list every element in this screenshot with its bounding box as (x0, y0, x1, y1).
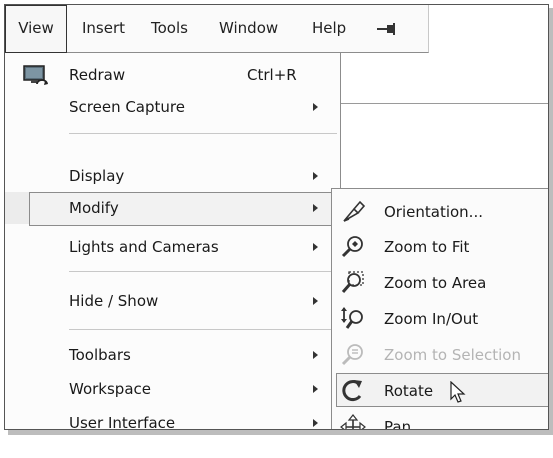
submenu-item-label: Rotate (384, 382, 434, 400)
menu-item-label: Modify (69, 199, 119, 217)
zoom-in-out-icon (340, 306, 366, 332)
submenu-item-label: Orientation... (384, 203, 483, 221)
submenu-item-pan[interactable]: Pan (332, 409, 548, 430)
menu-item-label: User Interface (69, 414, 176, 430)
submenu-item-zoom-in-out[interactable]: Zoom In/Out (332, 301, 548, 337)
menu-tools[interactable]: Tools (151, 5, 188, 52)
submenu-item-label: Zoom to Area (384, 274, 487, 292)
submenu-arrow-icon (313, 419, 318, 427)
menu-item-label: Hide / Show (69, 292, 159, 310)
submenu-item-rotate[interactable]: Rotate (332, 373, 548, 409)
menu-item-label: Toolbars (69, 346, 131, 364)
orientation-icon (340, 199, 366, 225)
submenu-arrow-icon (313, 103, 318, 111)
redraw-icon (23, 65, 51, 93)
menu-item-modify[interactable]: Modify (5, 192, 341, 226)
submenu-item-zoom-to-fit[interactable]: Zoom to Fit (332, 229, 548, 265)
background-divider (338, 103, 548, 104)
menu-separator (69, 329, 337, 330)
menu-item-lights-and-cameras[interactable]: Lights and Cameras (5, 231, 341, 263)
pin-icon[interactable] (375, 5, 399, 52)
submenu-arrow-icon (313, 297, 318, 305)
menu-item-label: Display (69, 167, 125, 185)
menu-item-label: Lights and Cameras (69, 238, 219, 256)
submenu-arrow-icon (313, 204, 318, 212)
submenu-item-label: Zoom In/Out (384, 310, 479, 328)
rotate-icon (340, 378, 366, 404)
menu-item-label: Workspace (69, 380, 151, 398)
pan-icon (340, 414, 366, 429)
submenu-item-label: Pan (384, 418, 412, 430)
menu-item-display[interactable]: Display (5, 160, 341, 192)
menu-bar: View Insert Tools Window Help (5, 5, 429, 53)
submenu-item-orientation[interactable]: Orientation... (332, 194, 548, 230)
submenu-arrow-icon (313, 172, 318, 180)
application-window: View Insert Tools Window Help Redraw Ctr… (4, 4, 549, 430)
menu-item-workspace[interactable]: Workspace (5, 373, 341, 405)
zoom-to-selection-icon (340, 342, 366, 368)
view-menu-dropdown: Redraw Ctrl+R Screen Capture Display Mod… (5, 53, 341, 430)
menu-item-hide-show[interactable]: Hide / Show (5, 285, 341, 317)
submenu-arrow-icon (313, 243, 318, 251)
menu-item-screen-capture[interactable]: Screen Capture (5, 91, 341, 123)
menu-separator (69, 271, 337, 272)
menu-item-redraw[interactable]: Redraw Ctrl+R (5, 59, 341, 91)
window-shadow (8, 430, 553, 435)
zoom-to-fit-icon (340, 234, 366, 260)
submenu-item-zoom-to-area[interactable]: Zoom to Area (332, 265, 548, 301)
menu-help[interactable]: Help (312, 5, 346, 52)
zoom-to-area-icon (340, 270, 366, 296)
modify-submenu: Orientation... Zoom to Fit Zoom to Area … (331, 188, 548, 430)
submenu-arrow-icon (313, 385, 318, 393)
submenu-arrow-icon (313, 351, 318, 359)
menu-item-toolbars[interactable]: Toolbars (5, 339, 341, 371)
window-shadow (549, 8, 553, 432)
menu-item-user-interface[interactable]: User Interface (5, 407, 341, 430)
menu-item-label: Redraw (69, 66, 126, 84)
submenu-item-zoom-to-selection[interactable]: Zoom to Selection (332, 337, 548, 373)
hover-highlight (336, 373, 548, 407)
shortcut-label: Ctrl+R (247, 66, 297, 84)
mouse-cursor-icon (450, 380, 466, 409)
menu-separator (69, 133, 337, 134)
menu-view[interactable]: View (5, 5, 67, 53)
menu-insert[interactable]: Insert (82, 5, 125, 52)
menu-item-label: Screen Capture (69, 98, 185, 116)
menu-window[interactable]: Window (219, 5, 278, 52)
submenu-item-label: Zoom to Selection (384, 346, 521, 364)
submenu-item-label: Zoom to Fit (384, 238, 470, 256)
